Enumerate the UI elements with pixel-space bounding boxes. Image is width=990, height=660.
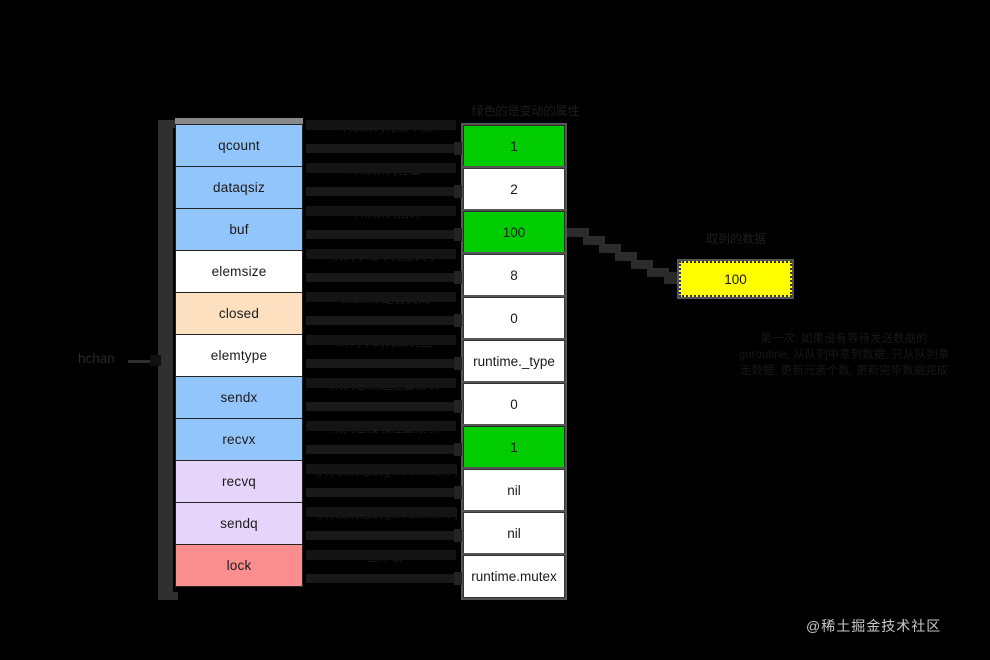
- struct-field-recvq: recvq: [175, 460, 303, 503]
- field-value-lock: runtime.mutex: [463, 555, 565, 598]
- field-description-qcount: 环形队列元素个数: [306, 118, 464, 161]
- field-leader-arrow-recvq: [454, 486, 462, 499]
- field-leader-arrow-elemsize: [454, 271, 462, 284]
- field-leader-elemtype: [306, 359, 458, 368]
- hchan-struct-fields: qcount dataqsiz buf elemsize closed elemtype s…: [175, 124, 303, 587]
- field-leader-recvx: [306, 445, 458, 454]
- field-value-text: 8: [510, 268, 518, 283]
- received-data-title: 取到的数据: [705, 232, 766, 246]
- struct-field-dataqsiz: dataqsiz: [175, 166, 303, 209]
- field-description-buf: 环形队列指针: [306, 204, 464, 247]
- struct-field-label: elemtype: [210, 348, 268, 363]
- field-value-sendq: nil: [463, 512, 565, 555]
- field-leader-arrow-recvx: [454, 443, 462, 456]
- field-description-text: 队列中每个元素大小: [330, 249, 439, 263]
- field-leader-arrow-qcount: [454, 142, 462, 155]
- field-description-sendq: 写待发消息的goroutine队列: [306, 505, 464, 548]
- field-description-text: 环形队列指针: [348, 206, 421, 220]
- struct-field-lock: lock: [175, 544, 303, 587]
- field-leader-buf: [306, 230, 458, 239]
- field-value-text: runtime.mutex: [471, 569, 557, 584]
- struct-field-label: dataqsiz: [213, 180, 265, 195]
- field-description-text: channel是否关闭: [339, 292, 431, 306]
- struct-field-label: lock: [226, 558, 252, 573]
- struct-field-qcount: qcount: [175, 124, 303, 167]
- field-description-text: 写待发消息的goroutine队列: [311, 507, 459, 521]
- field-value-text: 0: [510, 397, 518, 412]
- field-description-lock: 互斥锁: [306, 548, 464, 591]
- field-description-text: 互斥锁: [366, 550, 403, 564]
- field-value-qcount: 1: [463, 125, 565, 168]
- explanation-note: 第一次: 如果没有等待发送数据的goroutine, 从队列中拿到数据, 只从队…: [738, 333, 950, 377]
- field-value-sendx: 0: [463, 383, 565, 426]
- field-value-text: runtime._type: [473, 354, 555, 369]
- field-leader-arrow-buf: [454, 228, 462, 241]
- field-description-elemsize: 队列中每个元素大小: [306, 247, 464, 290]
- diagram-canvas: hchan qcount dataqsiz buf elemsize closed ele…: [0, 0, 990, 660]
- field-leader-arrow-sendq: [454, 529, 462, 542]
- watermark: @稀土掘金技术社区: [806, 618, 942, 634]
- field-leader-sendq: [306, 531, 458, 540]
- field-description-elemtype: 队列中的元素类型: [306, 333, 464, 376]
- field-value-text: 2: [510, 182, 518, 197]
- field-description-text: 队列中的元素类型: [336, 335, 433, 349]
- received-data-box: 100: [679, 261, 792, 297]
- field-value-text: nil: [507, 526, 521, 541]
- struct-field-label: sendx: [220, 390, 258, 405]
- field-value-elemtype: runtime._type: [463, 340, 565, 383]
- field-leader-qcount: [306, 144, 458, 153]
- value-column-title: 绿色的是变动的属性: [471, 104, 580, 118]
- struct-field-label: sendq: [220, 516, 258, 531]
- field-description-recvx: 队列已接收位置索引: [306, 419, 464, 462]
- field-description-recvq: 等待读消息的goroutine队列: [306, 462, 464, 505]
- field-value-dataqsiz: 2: [463, 168, 565, 211]
- struct-field-elemtype: elemtype: [175, 334, 303, 377]
- field-leader-arrow-elemtype: [454, 357, 462, 370]
- field-description-text: 队列已发送位置索引: [330, 378, 439, 392]
- struct-field-elemsize: elemsize: [175, 250, 303, 293]
- field-description-sendx: 队列已发送位置索引: [306, 376, 464, 419]
- field-values: 1 2 100 8 0 runtime._type 0 1 nil nil runtime.mute…: [463, 125, 565, 598]
- struct-field-sendq: sendq: [175, 502, 303, 545]
- field-value-elemsize: 8: [463, 254, 565, 297]
- field-value-text: 0: [510, 311, 518, 326]
- field-description-dataqsiz: 环形队列容量: [306, 161, 464, 204]
- field-description-text: 队列已接收位置索引: [330, 421, 439, 435]
- struct-field-closed: closed: [175, 292, 303, 335]
- field-description-text: 环形队列容量: [348, 163, 421, 177]
- field-leader-recvq: [306, 488, 458, 497]
- field-leader-arrow-sendx: [454, 400, 462, 413]
- hchan-leader-dot: [150, 355, 161, 366]
- field-leader-arrow-closed: [454, 314, 462, 327]
- field-leader-elemsize: [306, 273, 458, 282]
- struct-field-recvx: recvx: [175, 418, 303, 461]
- field-leader-arrow-lock: [454, 572, 462, 585]
- struct-field-label: elemsize: [211, 264, 267, 279]
- field-value-text: nil: [507, 483, 521, 498]
- struct-field-label: recvx: [222, 432, 256, 447]
- field-leader-arrow-dataqsiz: [454, 185, 462, 198]
- field-leader-lock: [306, 574, 458, 583]
- field-value-buf: 100: [463, 211, 565, 254]
- struct-field-sendx: sendx: [175, 376, 303, 419]
- struct-field-label: closed: [218, 306, 260, 321]
- field-value-recvq: nil: [463, 469, 565, 512]
- field-value-text: 1: [510, 440, 518, 455]
- struct-field-label: recvq: [221, 474, 256, 489]
- field-leader-closed: [306, 316, 458, 325]
- struct-field-label: qcount: [218, 138, 260, 153]
- struct-field-buf: buf: [175, 208, 303, 251]
- field-description-closed: channel是否关闭: [306, 290, 464, 333]
- field-value-closed: 0: [463, 297, 565, 340]
- struct-field-label: buf: [229, 222, 249, 237]
- hchan-label: hchan: [78, 351, 115, 366]
- field-value-text: 1: [510, 139, 518, 154]
- field-leader-sendx: [306, 402, 458, 411]
- field-leader-dataqsiz: [306, 187, 458, 196]
- field-value-recvx: 1: [463, 426, 565, 469]
- field-value-text: 100: [502, 225, 526, 240]
- field-description-text: 等待读消息的goroutine队列: [311, 464, 459, 478]
- hchan-brace-bottom: [158, 592, 178, 600]
- field-description-text: 环形队列元素个数: [336, 120, 433, 134]
